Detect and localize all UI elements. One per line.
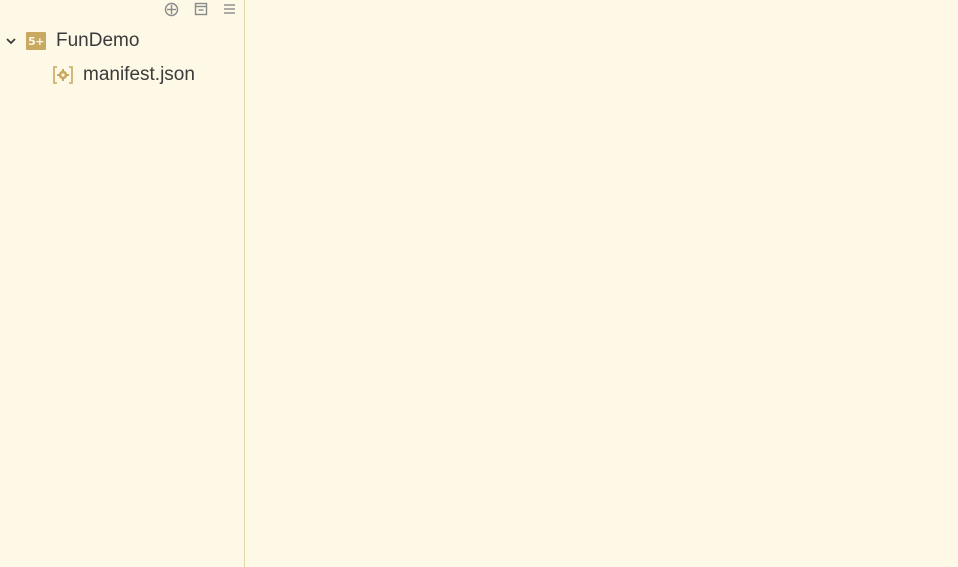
crosshair-icon — [164, 2, 179, 16]
editor-area[interactable] — [245, 0, 958, 567]
sidebar-toolbar — [163, 0, 238, 18]
locate-file-button[interactable] — [163, 1, 180, 18]
project-explorer-sidebar: 5+ FunDemo manifest.json — [0, 0, 245, 567]
file-label: manifest.json — [83, 64, 195, 85]
collapse-all-button[interactable] — [192, 1, 209, 18]
menu-icon — [224, 4, 235, 14]
project-icon: 5+ — [26, 32, 46, 50]
project-tree: 5+ FunDemo manifest.json — [0, 24, 244, 92]
tree-item-project[interactable]: 5+ FunDemo — [0, 24, 244, 58]
collapse-all-icon — [194, 2, 207, 16]
tree-item-file[interactable]: manifest.json — [0, 58, 244, 92]
chevron-down-icon[interactable] — [4, 34, 18, 48]
project-icon-text: 5+ — [28, 34, 44, 48]
project-label: FunDemo — [56, 30, 140, 51]
view-menu-button[interactable] — [221, 1, 238, 18]
settings-file-icon — [52, 65, 74, 85]
